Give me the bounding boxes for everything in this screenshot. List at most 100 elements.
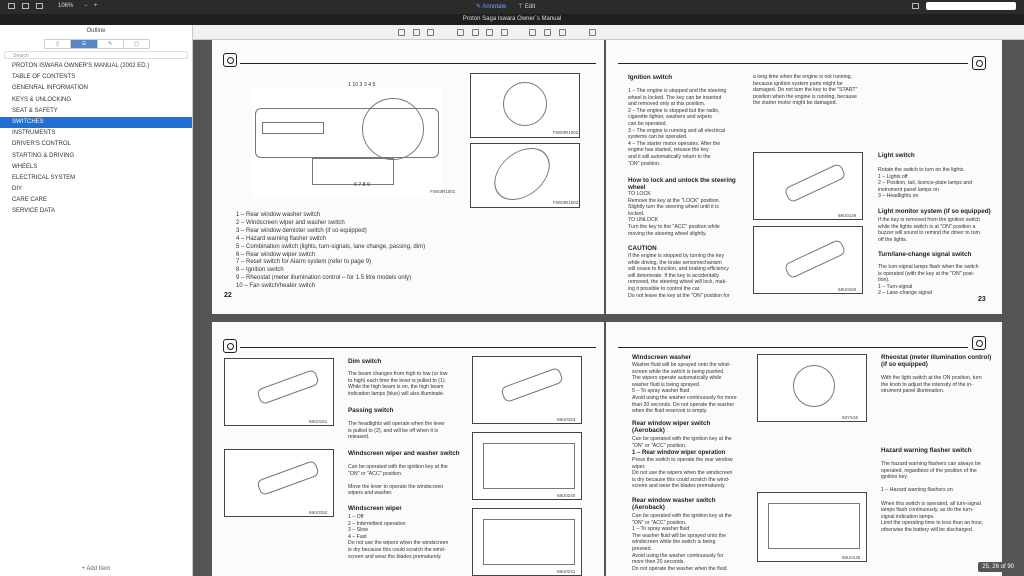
crop-icon[interactable] [589,29,596,36]
outline-item[interactable]: WHEELS [0,162,192,173]
outline-item[interactable]: DIY [0,184,192,195]
page-view-icon[interactable] [22,3,29,9]
switch-legend: 1 – Rear window washer switch 2 – Windsc… [236,212,426,290]
figure-code: 68U0240 [557,493,576,498]
page-indicator: 25, 26 of 90 [978,562,1018,572]
annotation-toolbar [193,25,1024,40]
heading: How to lock and unlock the steering whee… [628,177,736,191]
outline-item[interactable]: INSTRUMENTS [0,128,192,139]
zoom-level[interactable]: 106% [58,3,73,9]
figure-code: 68U0152 [309,510,328,515]
figure-code: 68U0145 [842,555,861,560]
zoom-in-button[interactable]: + [94,3,98,9]
dashboard-figure [252,88,442,198]
sidebar-toggle-icon[interactable] [8,3,15,9]
outline-item[interactable]: CARE CARE [0,195,192,206]
annotate-label: Annotate [482,4,507,10]
figure-code: FW03R1002 [553,130,579,135]
page-24: 68U0151 68U0152 Dim switch The beam chan… [212,322,604,576]
body-text: If the key is removed from the ignition … [878,217,981,243]
page-22: 1 10 3 3 4 5 6 7 8 9 FW03R1001 FW03R1002… [212,40,604,314]
steering-lock-figure: FW03R1003 [470,143,580,208]
share-icon[interactable] [912,3,919,9]
outline-item[interactable]: SEAT & SAFETY [0,106,192,117]
tab-outline[interactable]: ☰ [71,40,98,48]
outline-item[interactable]: STARTING & DRIVING [0,151,192,162]
heading: Rear window wiper switch (Aeroback) [632,420,711,434]
text-select-icon[interactable] [398,29,405,36]
body-text: The beam changes from high to low (or lo… [348,371,448,397]
signature-icon[interactable] [559,29,566,36]
heading: Windscreen washer [632,354,692,361]
figure-code: 68U0241 [557,569,576,574]
figure-code: 68U0149 [838,213,857,218]
outline-item[interactable]: SERVICE DATA [0,206,192,217]
hazard-switch-figure: 68U0145 [757,492,867,562]
dim-switch-figure: 68U0151 [224,358,334,426]
annotate-button[interactable]: ✎ Annotate [476,3,506,10]
figure-code: 56YS16 [842,415,859,420]
highlight-icon[interactable] [413,29,420,36]
app-toolbar: 106% − + ✎ Annotate ⊤ Edit [0,0,1024,14]
outline-item-selected[interactable]: SWITCHES [0,116,192,129]
tab-thumbnails[interactable]: ▢ [124,40,149,48]
heading: Rear window washer switch (Aeroback) [632,497,716,511]
rear-wiper-figure: 68U0240 [472,432,582,500]
body-text: a long time when the engine is not runni… [753,74,858,107]
heading: Light monitor system (if so equipped) [878,208,991,215]
heading: Dim switch [348,358,382,365]
text-style-icon[interactable] [427,29,434,36]
edit-button[interactable]: ⊤ Edit [518,3,535,10]
tab-bookmarks[interactable]: ▯ [45,40,72,48]
stamp-icon[interactable] [544,29,551,36]
wiper-switch-figure: 68U0152 [224,449,334,517]
body-text: Can be operated with the ignition key at… [632,436,732,449]
heading: 1 – Rear window wiper operation [632,450,726,456]
figure-code: 68U0150 [838,287,857,292]
outline-item[interactable]: GENENRAL INFORMATION [0,83,192,94]
add-item-button[interactable]: + Add Item [0,566,192,572]
outline-search-input[interactable]: Search [4,51,188,59]
tab-annotations[interactable]: ✎ [98,40,124,48]
outline-item[interactable]: ELECTRICAL SYSTEM [0,173,192,184]
body-text: The turn-signal lamps flash when the swi… [878,264,979,297]
sidebar-title: Outline [86,28,106,34]
body-text: Washer fluid will be sprayed onto the wi… [632,362,737,415]
washer-lever-figure: 68U0153 [472,356,582,424]
edit-label: Edit [524,4,536,10]
body-text: Press the switch to operate the rear win… [632,457,733,490]
window-title: Proton Saga Iswara Owner`s Manual [0,14,1024,25]
page-number: 22 [224,292,232,299]
figure-code: 68U0153 [557,417,576,422]
outline-item[interactable]: KEYS & UNLOCKING [0,95,192,106]
page-number: 23 [978,296,986,303]
body-text: TO LOCK Remove the key at the "LOCK" pos… [628,191,720,237]
text-tool-icon[interactable] [486,29,493,36]
header-rule [240,63,596,64]
outline-item[interactable]: PROTON ISWARA OWNER'S MANUAL (2002 ED.) [0,61,192,72]
body-text: Can be operated with the ignition key at… [348,464,448,497]
zoom-out-button[interactable]: − [84,3,88,9]
body-text: With the light switch at the ON position… [881,375,982,395]
note-icon[interactable] [529,29,536,36]
body-text: The hazard warning flashers can always b… [881,461,984,533]
ignition-figure: FW03R1002 [470,73,580,138]
figure-code: FW03R1003 [553,200,579,205]
heading: Rheostat (meter illumination control) (i… [881,354,992,368]
document-viewer[interactable]: 1 10 3 3 4 5 6 7 8 9 FW03R1001 FW03R1002… [193,40,1024,576]
header-rule [618,63,968,64]
heading: Windscreen wiper and washer switch [348,450,460,457]
grid-view-icon[interactable] [36,3,43,9]
pencil-icon[interactable] [472,29,479,36]
shape-icon[interactable] [501,29,508,36]
body-text: If the engine is stopped by turning the … [628,253,730,299]
rear-washer-figure: 68U0241 [472,508,582,576]
heading: Hazard warning flasher switch [881,447,972,454]
heading: Light switch [878,152,915,159]
pen-icon[interactable] [457,29,464,36]
search-field[interactable] [926,2,1016,10]
manual-logo-icon [972,336,986,350]
outline-item[interactable]: TABLE OF CONTENTS [0,72,192,83]
outline-item[interactable]: DRIVER'S CONTROL [0,139,192,150]
figure-code: 68U0151 [309,419,328,424]
